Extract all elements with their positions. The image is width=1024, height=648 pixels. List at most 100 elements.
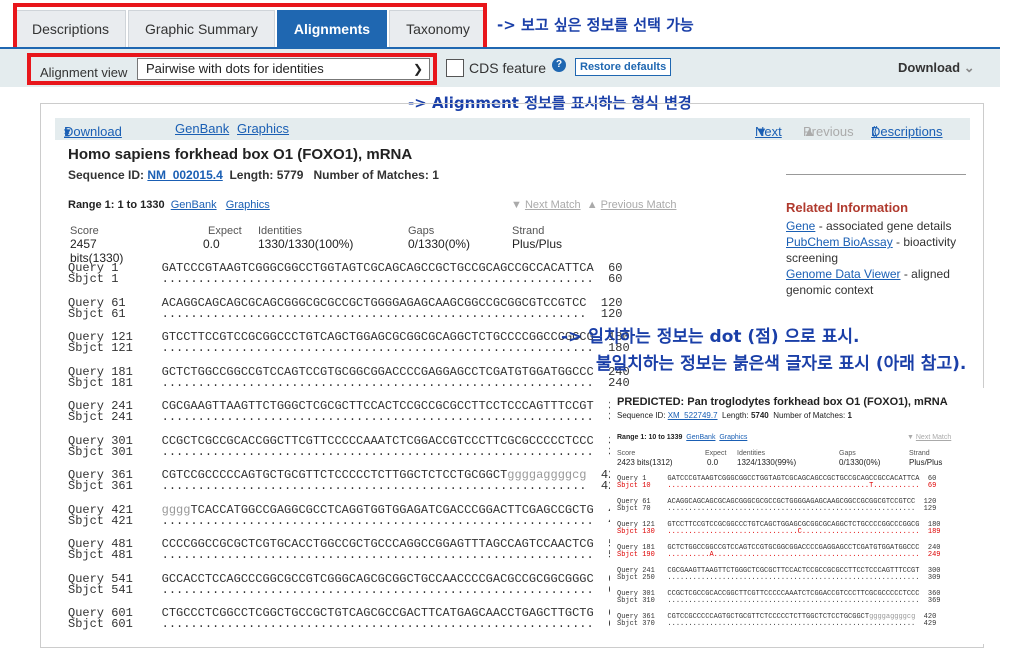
inset-expect-header: Expect — [705, 450, 727, 457]
pubchem-link[interactable]: PubChem BioAssay — [786, 235, 893, 249]
annotation-mismatch: 불일치하는 정보는 붉은색 글자로 표시 (아래 참고). — [596, 354, 967, 374]
alignment-block: Query 181 GCTCTGGCCGGCCGTCCAGTCCGTGCGGCG… — [68, 366, 630, 390]
inset-matches-label: Number of Matches: — [773, 411, 846, 420]
next-match-label: Next Match — [524, 199, 581, 211]
previous-match-link[interactable]: ▲ Previous Match — [587, 199, 677, 211]
related-heading: Related Information — [786, 200, 909, 215]
inset-next-match[interactable]: ▼ Next Match — [907, 434, 951, 441]
alignment-block: Query 241 CGCGAAGTTAAGTTCTGGGCTCGCGCTTCC… — [617, 568, 940, 582]
range-label: Range 1: 1 to 1330 — [68, 199, 165, 211]
restore-defaults-button[interactable]: Restore defaults — [575, 58, 672, 76]
subject-line: Sbjct 301 ..............................… — [68, 444, 630, 459]
related-pubchem: PubChem BioAssay - bioactivity screening — [786, 234, 976, 266]
hit-title: Homo sapiens forkhead box O1 (FOXO1), mR… — [68, 146, 413, 163]
inset-identities: 1324/1330(99%) — [737, 458, 797, 467]
alignment-block: Query 421 ggggTCACCATGGCCGAGGCGCCTCAGGTG… — [68, 504, 630, 528]
range-line: Range 1: 1 to 1330 GenBank Graphics — [68, 199, 270, 211]
inset-seq-id[interactable]: XM_522749.7 — [668, 411, 718, 420]
gene-link[interactable]: Gene — [786, 219, 815, 233]
inset-matches: 1 — [847, 411, 852, 420]
inset-score-header: Score — [617, 450, 636, 457]
graphics-link[interactable]: Graphics — [237, 121, 289, 136]
next-match-link[interactable]: ▼ Next Match — [511, 199, 581, 211]
related-information: Related Information Gene - associated ge… — [786, 200, 976, 298]
inset-graphics[interactable]: Graphics — [719, 434, 747, 441]
next-label: Next — [755, 124, 782, 139]
alignment-block: Query 241 CGCGAAGTTAAGTTCTGGGCTCGCGCTTCC… — [68, 400, 630, 424]
matches-label: Number of Matches: — [313, 168, 429, 182]
sequence-info: Sequence ID: NM_002015.4 Length: 5779 Nu… — [68, 168, 439, 182]
mismatch-base: C — [797, 528, 802, 536]
subject-line: Sbjct 10 ...............................… — [617, 482, 937, 490]
range-graphics-link[interactable]: Graphics — [226, 199, 270, 211]
gaps-value: 0/1330(0%) — [408, 237, 471, 251]
seq-id-link[interactable]: NM_002015.4 — [147, 168, 222, 182]
related-gene: Gene - associated gene details — [786, 218, 976, 234]
alignment-block: Query 361 CGTCCGCCCCCAGTGCTGCGTTCTCCCCCT… — [68, 469, 623, 493]
descriptions-label: Descriptions — [871, 124, 943, 139]
inset-range-label: Range 1: 10 to 1339 — [617, 434, 683, 441]
download-menu[interactable]: Download ⌄ — [898, 60, 975, 76]
inset-expect: 0.0 — [707, 458, 719, 467]
alignment-block: Query 1 GATCCCGTAAGTCGGGCGGCCTGGTAGTCGCA… — [68, 262, 623, 286]
download-link-label: Download — [64, 124, 122, 139]
strand-value: Plus/Plus — [512, 237, 563, 251]
inset-identities-header: Identities — [737, 450, 766, 457]
inset-seq-label: Sequence ID: — [617, 411, 666, 420]
subject-line: Sbjct 121 ..............................… — [68, 341, 630, 355]
mismatch-base: T — [869, 482, 874, 490]
subject-line: Sbjct 181 ..............................… — [68, 375, 630, 390]
gene-desc: - associated gene details — [815, 219, 952, 233]
gaps-header: Gaps — [408, 225, 435, 237]
related-gdv: Genome Data Viewer - aligned genomic con… — [786, 266, 976, 298]
previous-match-label: Previous Match — [600, 199, 677, 211]
inset-next-match-label: Next Match — [915, 434, 952, 441]
cds-feature-label: CDS feature — [469, 60, 547, 76]
seq-id-label: Sequence ID: — [68, 168, 145, 182]
cds-feature-checkbox[interactable] — [446, 59, 464, 77]
chevron-down-icon: ▾ — [64, 124, 71, 139]
inset-sequence-info: Sequence ID: XM_522749.7 Length: 5740 Nu… — [617, 411, 852, 420]
gdv-link[interactable]: Genome Data Viewer — [786, 267, 901, 281]
inset-length: 5740 — [750, 411, 769, 420]
subject-line: Sbjct 601 ..............................… — [68, 617, 630, 631]
inset-strand: Plus/Plus — [909, 458, 943, 467]
alignment-block: Query 541 GCCACCTCCAGCCCGGCGCCGTCGGGCAGC… — [68, 573, 630, 597]
help-icon[interactable]: ? — [552, 58, 566, 72]
mismatch-base: A — [709, 551, 714, 559]
subject-line: Sbjct 130 ..............................… — [617, 528, 941, 536]
inset-title: PREDICTED: Pan troglodytes forkhead box … — [617, 396, 948, 408]
inset-score: 2423 bits(1312) — [617, 458, 673, 467]
inset-gaps: 0/1330(0%) — [839, 458, 881, 467]
length-value: 5779 — [276, 168, 304, 182]
range-genbank-link[interactable]: GenBank — [171, 199, 217, 211]
subject-line: Sbjct 190 ..........A...................… — [617, 551, 941, 559]
inset-gaps-header: Gaps — [839, 450, 856, 457]
subject-line: Sbjct 70 ...............................… — [617, 505, 937, 513]
hit-navigation-bar: ⤓ Download ▾ GenBank Graphics ▼ Next ▲ Pre… — [55, 118, 970, 140]
genbank-link[interactable]: GenBank — [175, 121, 229, 136]
inset-genbank[interactable]: GenBank — [686, 434, 715, 441]
previous-label: Previous — [803, 124, 854, 139]
length-label: Length: — [229, 168, 274, 182]
subject-line: Sbjct 481 ..............................… — [68, 548, 630, 562]
highlight-tabs — [13, 3, 487, 52]
subject-line: Sbjct 421 ..............................… — [68, 513, 630, 528]
inset-score-table: Score Expect Identities Gaps Strand 2423… — [617, 450, 942, 470]
expect-value: 0.0 — [203, 237, 220, 251]
expect-header: Expect — [208, 225, 242, 237]
subject-line: Sbjct 241 ..............................… — [68, 410, 630, 424]
divider — [786, 174, 966, 175]
subject-line: Sbjct 361 ..............................… — [68, 479, 623, 493]
subject-line: Sbjct 1 ................................… — [68, 272, 623, 286]
strand-header: Strand — [512, 225, 545, 237]
annotation-dots: -> 일치하는 정보는 dot (점) 으로 표시. — [561, 327, 860, 347]
alignment-block: Query 481 CCCCGGCCGCGCTCGTGCACCTGGCCGCTG… — [68, 538, 630, 562]
alignment-block: Query 61 ACAGGCAGCAGCGCAGCGGGCGCGCCGCTGG… — [68, 297, 623, 320]
alignment-block: Query 301 CCGCTCGCCGCACCGGCTTCGTTCCCCCAA… — [617, 591, 940, 605]
identities-value: 1330/1330(100%) — [258, 237, 354, 251]
score-header: Score — [70, 225, 99, 237]
subject-line: Sbjct 541 ..............................… — [68, 582, 630, 597]
subject-line: Sbjct 250 ..............................… — [617, 574, 941, 582]
alignment-block: Query 301 CCGCTCGCCGCACCGGCTTCGTTCCCCCAA… — [68, 435, 630, 459]
